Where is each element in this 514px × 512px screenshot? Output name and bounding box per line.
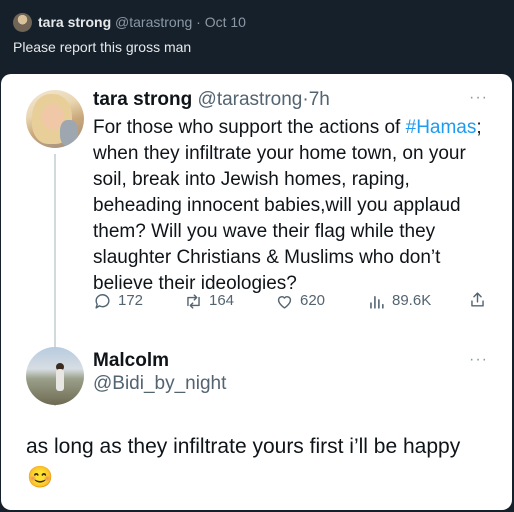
retweet-button[interactable]: 164 bbox=[184, 290, 234, 312]
share-button[interactable] bbox=[468, 290, 493, 309]
author-handle[interactable]: @tarastrong bbox=[198, 89, 303, 110]
reply-button[interactable]: 172 bbox=[93, 290, 143, 312]
author-handle[interactable]: @tarastrong bbox=[115, 14, 192, 30]
like-button[interactable]: 620 bbox=[275, 290, 325, 312]
like-count: 620 bbox=[300, 292, 326, 309]
avatar-figure bbox=[56, 369, 64, 391]
avatar-arm bbox=[60, 120, 78, 146]
quoted-thread-card[interactable]: tara strong @tarastrong·7h ··· For those… bbox=[1, 74, 512, 510]
views-count: 89.6K bbox=[392, 292, 432, 309]
reply-icon bbox=[95, 293, 110, 309]
share-icon bbox=[471, 292, 484, 307]
tweet-header: tara strong @tarastrong·7h bbox=[93, 87, 330, 113]
avatar[interactable] bbox=[26, 90, 84, 148]
like-icon bbox=[277, 295, 292, 309]
hashtag-link[interactable]: #Hamas bbox=[406, 117, 477, 138]
reply-text: as long as they infiltrate yours first i… bbox=[26, 435, 461, 458]
separator: · bbox=[196, 14, 201, 30]
outer-tweet: tara strong @tarastrong · Oct 10 Please … bbox=[0, 0, 514, 66]
tweet-text: For those who support the actions of #Ha… bbox=[93, 115, 493, 297]
retweet-icon bbox=[187, 293, 200, 309]
author-name[interactable]: tara strong bbox=[38, 14, 111, 30]
author-name[interactable]: tara strong bbox=[93, 89, 192, 110]
author-handle[interactable]: @Bidi_by_night bbox=[93, 372, 226, 396]
views-icon bbox=[370, 295, 384, 309]
outer-tweet-meta: tara strong @tarastrong · Oct 10 bbox=[38, 13, 246, 32]
tweet-date[interactable]: Oct 10 bbox=[205, 14, 246, 30]
tweet-text-part: ; when they infiltrate your home town, o… bbox=[93, 117, 482, 294]
avatar[interactable] bbox=[13, 13, 32, 32]
tweet-time[interactable]: 7h bbox=[309, 89, 330, 110]
more-icon[interactable]: ··· bbox=[469, 351, 488, 369]
outer-tweet-text: Please report this gross man bbox=[13, 39, 192, 55]
reply-count: 172 bbox=[118, 292, 144, 309]
author-name[interactable]: Malcolm bbox=[93, 349, 169, 373]
views-button[interactable]: 89.6K bbox=[367, 290, 431, 312]
more-icon[interactable]: ··· bbox=[469, 89, 488, 107]
avatar[interactable] bbox=[26, 347, 84, 405]
tweet-text-part: For those who support the actions of bbox=[93, 117, 406, 138]
retweet-count: 164 bbox=[209, 292, 235, 309]
smile-emoji: 😊 bbox=[27, 466, 54, 489]
